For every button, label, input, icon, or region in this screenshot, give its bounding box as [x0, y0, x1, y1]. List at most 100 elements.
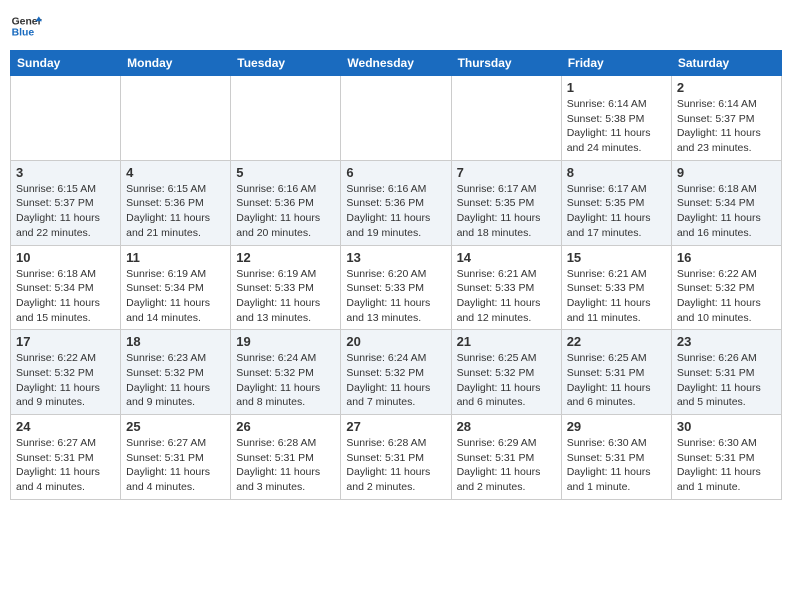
day-number: 15 [567, 250, 666, 265]
logo: General Blue [10, 10, 42, 42]
calendar-week-4: 17 Sunrise: 6:22 AM Sunset: 5:32 PM Dayli… [11, 330, 782, 415]
calendar-weekday-thursday: Thursday [451, 51, 561, 76]
calendar-week-1: 1 Sunrise: 6:14 AM Sunset: 5:38 PM Daylig… [11, 76, 782, 161]
calendar-weekday-wednesday: Wednesday [341, 51, 451, 76]
day-info: Sunrise: 6:19 AM Sunset: 5:33 PM Dayligh… [236, 267, 335, 326]
svg-text:General: General [12, 16, 42, 27]
calendar-cell [341, 76, 451, 161]
calendar-cell: 17 Sunrise: 6:22 AM Sunset: 5:32 PM Dayli… [11, 330, 121, 415]
calendar-cell: 13 Sunrise: 6:20 AM Sunset: 5:33 PM Dayli… [341, 245, 451, 330]
calendar-cell: 20 Sunrise: 6:24 AM Sunset: 5:32 PM Dayli… [341, 330, 451, 415]
day-info: Sunrise: 6:17 AM Sunset: 5:35 PM Dayligh… [567, 182, 666, 241]
day-info: Sunrise: 6:19 AM Sunset: 5:34 PM Dayligh… [126, 267, 225, 326]
day-number: 1 [567, 80, 666, 95]
calendar-cell: 3 Sunrise: 6:15 AM Sunset: 5:37 PM Daylig… [11, 160, 121, 245]
day-info: Sunrise: 6:16 AM Sunset: 5:36 PM Dayligh… [346, 182, 445, 241]
day-number: 12 [236, 250, 335, 265]
day-info: Sunrise: 6:22 AM Sunset: 5:32 PM Dayligh… [16, 351, 115, 410]
logo-icon: General Blue [10, 10, 42, 42]
calendar-cell: 28 Sunrise: 6:29 AM Sunset: 5:31 PM Dayli… [451, 415, 561, 500]
calendar-cell: 30Sunrise: 6:30 AM Sunset: 5:31 PM Dayli… [671, 415, 781, 500]
calendar-cell: 7Sunrise: 6:17 AM Sunset: 5:35 PM Daylig… [451, 160, 561, 245]
day-info: Sunrise: 6:29 AM Sunset: 5:31 PM Dayligh… [457, 436, 556, 495]
calendar-cell: 1 Sunrise: 6:14 AM Sunset: 5:38 PM Daylig… [561, 76, 671, 161]
calendar-weekday-tuesday: Tuesday [231, 51, 341, 76]
svg-text:Blue: Blue [12, 28, 35, 39]
calendar-cell: 9 Sunrise: 6:18 AM Sunset: 5:34 PM Daylig… [671, 160, 781, 245]
calendar-cell [11, 76, 121, 161]
calendar-cell: 19Sunrise: 6:24 AM Sunset: 5:32 PM Dayli… [231, 330, 341, 415]
day-info: Sunrise: 6:30 AM Sunset: 5:31 PM Dayligh… [567, 436, 666, 495]
day-info: Sunrise: 6:16 AM Sunset: 5:36 PM Dayligh… [236, 182, 335, 241]
calendar-cell: 11Sunrise: 6:19 AM Sunset: 5:34 PM Dayli… [121, 245, 231, 330]
day-number: 9 [677, 165, 776, 180]
calendar-cell: 18 Sunrise: 6:23 AM Sunset: 5:32 PM Dayli… [121, 330, 231, 415]
calendar-cell [231, 76, 341, 161]
day-number: 28 [457, 419, 556, 434]
calendar-cell: 24 Sunrise: 6:27 AM Sunset: 5:31 PM Dayli… [11, 415, 121, 500]
day-info: Sunrise: 6:17 AM Sunset: 5:35 PM Dayligh… [457, 182, 556, 241]
calendar-header-row: SundayMondayTuesdayWednesdayThursdayFrid… [11, 51, 782, 76]
day-info: Sunrise: 6:25 AM Sunset: 5:31 PM Dayligh… [567, 351, 666, 410]
calendar-cell [451, 76, 561, 161]
calendar-week-3: 10 Sunrise: 6:18 AM Sunset: 5:34 PM Dayli… [11, 245, 782, 330]
day-info: Sunrise: 6:24 AM Sunset: 5:32 PM Dayligh… [346, 351, 445, 410]
day-number: 17 [16, 334, 115, 349]
day-info: Sunrise: 6:21 AM Sunset: 5:33 PM Dayligh… [567, 267, 666, 326]
day-info: Sunrise: 6:15 AM Sunset: 5:37 PM Dayligh… [16, 182, 115, 241]
day-info: Sunrise: 6:27 AM Sunset: 5:31 PM Dayligh… [16, 436, 115, 495]
calendar-cell: 15 Sunrise: 6:21 AM Sunset: 5:33 PM Dayli… [561, 245, 671, 330]
day-info: Sunrise: 6:22 AM Sunset: 5:32 PM Dayligh… [677, 267, 776, 326]
day-number: 6 [346, 165, 445, 180]
calendar-weekday-monday: Monday [121, 51, 231, 76]
calendar-cell: 22 Sunrise: 6:25 AM Sunset: 5:31 PM Dayli… [561, 330, 671, 415]
calendar-cell: 25 Sunrise: 6:27 AM Sunset: 5:31 PM Dayli… [121, 415, 231, 500]
day-number: 14 [457, 250, 556, 265]
day-number: 8 [567, 165, 666, 180]
calendar-cell: 21Sunrise: 6:25 AM Sunset: 5:32 PM Dayli… [451, 330, 561, 415]
day-number: 4 [126, 165, 225, 180]
calendar-cell: 29 Sunrise: 6:30 AM Sunset: 5:31 PM Dayli… [561, 415, 671, 500]
day-number: 20 [346, 334, 445, 349]
calendar-week-5: 24 Sunrise: 6:27 AM Sunset: 5:31 PM Dayli… [11, 415, 782, 500]
day-number: 18 [126, 334, 225, 349]
day-number: 10 [16, 250, 115, 265]
calendar-cell: 6 Sunrise: 6:16 AM Sunset: 5:36 PM Daylig… [341, 160, 451, 245]
day-info: Sunrise: 6:18 AM Sunset: 5:34 PM Dayligh… [16, 267, 115, 326]
calendar-cell: 16Sunrise: 6:22 AM Sunset: 5:32 PM Dayli… [671, 245, 781, 330]
calendar-cell: 5Sunrise: 6:16 AM Sunset: 5:36 PM Daylig… [231, 160, 341, 245]
calendar-weekday-sunday: Sunday [11, 51, 121, 76]
day-info: Sunrise: 6:15 AM Sunset: 5:36 PM Dayligh… [126, 182, 225, 241]
day-info: Sunrise: 6:14 AM Sunset: 5:38 PM Dayligh… [567, 97, 666, 156]
calendar-cell: 10 Sunrise: 6:18 AM Sunset: 5:34 PM Dayli… [11, 245, 121, 330]
day-number: 22 [567, 334, 666, 349]
day-info: Sunrise: 6:28 AM Sunset: 5:31 PM Dayligh… [236, 436, 335, 495]
day-number: 19 [236, 334, 335, 349]
day-number: 26 [236, 419, 335, 434]
calendar-cell: 14 Sunrise: 6:21 AM Sunset: 5:33 PM Dayli… [451, 245, 561, 330]
day-info: Sunrise: 6:27 AM Sunset: 5:31 PM Dayligh… [126, 436, 225, 495]
day-number: 2 [677, 80, 776, 95]
day-number: 23 [677, 334, 776, 349]
day-number: 29 [567, 419, 666, 434]
day-info: Sunrise: 6:20 AM Sunset: 5:33 PM Dayligh… [346, 267, 445, 326]
calendar-cell [121, 76, 231, 161]
day-info: Sunrise: 6:28 AM Sunset: 5:31 PM Dayligh… [346, 436, 445, 495]
day-number: 25 [126, 419, 225, 434]
day-info: Sunrise: 6:25 AM Sunset: 5:32 PM Dayligh… [457, 351, 556, 410]
day-info: Sunrise: 6:23 AM Sunset: 5:32 PM Dayligh… [126, 351, 225, 410]
day-info: Sunrise: 6:18 AM Sunset: 5:34 PM Dayligh… [677, 182, 776, 241]
day-number: 13 [346, 250, 445, 265]
calendar-cell: 4 Sunrise: 6:15 AM Sunset: 5:36 PM Daylig… [121, 160, 231, 245]
calendar-cell: 8 Sunrise: 6:17 AM Sunset: 5:35 PM Daylig… [561, 160, 671, 245]
calendar-cell: 23Sunrise: 6:26 AM Sunset: 5:31 PM Dayli… [671, 330, 781, 415]
day-number: 27 [346, 419, 445, 434]
calendar-table: SundayMondayTuesdayWednesdayThursdayFrid… [10, 50, 782, 500]
calendar-cell: 26 Sunrise: 6:28 AM Sunset: 5:31 PM Dayli… [231, 415, 341, 500]
calendar-week-2: 3 Sunrise: 6:15 AM Sunset: 5:37 PM Daylig… [11, 160, 782, 245]
calendar-body: 1 Sunrise: 6:14 AM Sunset: 5:38 PM Daylig… [11, 76, 782, 500]
day-number: 3 [16, 165, 115, 180]
calendar-weekday-saturday: Saturday [671, 51, 781, 76]
day-number: 24 [16, 419, 115, 434]
day-info: Sunrise: 6:21 AM Sunset: 5:33 PM Dayligh… [457, 267, 556, 326]
